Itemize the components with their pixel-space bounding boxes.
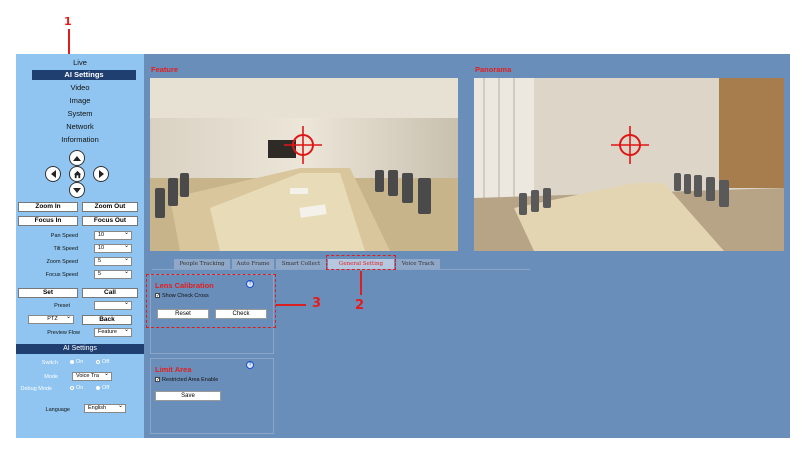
annotation-3-box bbox=[146, 274, 276, 328]
limit-area-panel: Limit Area ? ✓ Restricted Area Enable Sav… bbox=[150, 358, 274, 434]
focus-speed-select[interactable]: 5 bbox=[94, 269, 132, 279]
tilt-speed-label: Tilt Speed bbox=[53, 246, 78, 252]
switch-off-label: Off bbox=[102, 359, 110, 365]
annotation-3-line bbox=[276, 304, 306, 306]
debug-on-label: On bbox=[76, 385, 84, 391]
tab-people-tracking[interactable]: People Tracking bbox=[174, 259, 230, 269]
ptz-down-button[interactable] bbox=[69, 182, 85, 198]
ai-settings-header: AI Settings bbox=[16, 344, 144, 354]
restricted-area-label: Restricted Area Enable bbox=[162, 377, 219, 383]
preview-flow-label: Preview Flow bbox=[47, 330, 80, 336]
zoom-speed-label: Zoom Speed bbox=[46, 259, 79, 265]
nav-item-information[interactable]: Information bbox=[16, 135, 144, 144]
nav-item-live[interactable]: Live bbox=[16, 58, 144, 67]
radio-on-icon bbox=[96, 385, 100, 390]
switch-on-label: On bbox=[76, 359, 84, 365]
radio-on-icon bbox=[70, 359, 74, 364]
panorama-video-view[interactable] bbox=[474, 78, 784, 251]
arrow-down-icon bbox=[73, 187, 81, 193]
limit-area-title: Limit Area bbox=[155, 365, 192, 374]
switch-label: Switch bbox=[41, 360, 58, 366]
feature-video-view[interactable] bbox=[150, 78, 458, 251]
ptz-mode-select[interactable]: PTZ bbox=[28, 314, 74, 324]
info-icon[interactable]: ? bbox=[246, 361, 254, 369]
tab-voice-track[interactable]: Voice Track bbox=[396, 259, 440, 269]
checkbox-checked-icon: ✓ bbox=[155, 377, 161, 384]
feature-video-frame bbox=[150, 78, 458, 251]
tab-auto-frame[interactable]: Auto Frame bbox=[232, 259, 274, 269]
switch-off-radio[interactable]: Off bbox=[96, 359, 109, 365]
language-select[interactable]: English bbox=[84, 403, 126, 413]
tab-smart-collect[interactable]: Smart Collect bbox=[276, 259, 326, 269]
annotation-3: 3 bbox=[312, 296, 322, 311]
nav-item-ai-settings[interactable]: AI Settings bbox=[32, 70, 136, 80]
sidebar: Live AI Settings Video Image System Netw… bbox=[16, 54, 144, 438]
save-button[interactable]: Save bbox=[155, 391, 221, 401]
ptz-right-button[interactable] bbox=[93, 166, 109, 182]
nav-item-video[interactable]: Video bbox=[16, 83, 144, 92]
radio-off-icon bbox=[70, 385, 74, 390]
debug-off-radio[interactable]: Off bbox=[96, 385, 109, 391]
nav-item-network[interactable]: Network bbox=[16, 122, 144, 131]
radio-off-icon bbox=[96, 359, 100, 364]
focus-out-button[interactable]: Focus Out bbox=[82, 216, 138, 226]
ai-mode-select[interactable]: Voice Tra bbox=[72, 371, 112, 381]
annotation-2-line bbox=[360, 271, 362, 295]
pan-speed-select[interactable]: 10 bbox=[94, 230, 132, 240]
feature-title: Feature bbox=[151, 65, 179, 74]
nav-item-image[interactable]: Image bbox=[16, 96, 144, 105]
mode-label: Mode bbox=[44, 374, 58, 380]
preview-flow-select[interactable]: Feature bbox=[94, 327, 132, 337]
call-button[interactable]: Call bbox=[82, 288, 138, 298]
ptz-home-button[interactable] bbox=[69, 166, 85, 182]
language-label: Language bbox=[45, 407, 70, 413]
debug-on-radio[interactable]: On bbox=[70, 385, 83, 391]
pan-speed-label: Pan Speed bbox=[50, 233, 78, 239]
restricted-area-checkbox[interactable]: ✓ Restricted Area Enable bbox=[155, 377, 218, 383]
focus-speed-label: Focus Speed bbox=[45, 272, 78, 278]
nav-item-system[interactable]: System bbox=[16, 109, 144, 118]
zoom-in-button[interactable]: Zoom In bbox=[18, 202, 78, 212]
annotation-2-box bbox=[326, 255, 396, 270]
annotation-1: 1 bbox=[64, 15, 72, 28]
zoom-out-button[interactable]: Zoom Out bbox=[82, 202, 138, 212]
preset-input[interactable] bbox=[94, 300, 132, 310]
panorama-title: Panorama bbox=[475, 65, 512, 74]
debug-mode-label: Debug Mode bbox=[20, 386, 53, 392]
crosshair-icon bbox=[284, 126, 322, 164]
home-icon bbox=[73, 170, 81, 178]
arrow-right-icon bbox=[98, 170, 104, 178]
main-content: Feature Panorama People Tracking Auto Fr… bbox=[144, 54, 790, 438]
ptz-up-button[interactable] bbox=[69, 150, 85, 166]
back-button[interactable]: Back bbox=[82, 315, 132, 325]
debug-off-label: Off bbox=[102, 385, 110, 391]
set-button[interactable]: Set bbox=[18, 288, 78, 298]
preset-label: Preset bbox=[54, 303, 70, 309]
arrow-up-icon bbox=[73, 155, 81, 161]
ptz-left-button[interactable] bbox=[45, 166, 61, 182]
switch-on-radio[interactable]: On bbox=[70, 359, 83, 365]
tilt-speed-select[interactable]: 10 bbox=[94, 243, 132, 253]
crosshair-icon bbox=[611, 126, 649, 164]
arrow-left-icon bbox=[50, 170, 56, 178]
zoom-speed-select[interactable]: 5 bbox=[94, 256, 132, 266]
annotation-2: 2 bbox=[355, 298, 365, 313]
panorama-video-frame bbox=[474, 78, 784, 251]
focus-in-button[interactable]: Focus In bbox=[18, 216, 78, 226]
